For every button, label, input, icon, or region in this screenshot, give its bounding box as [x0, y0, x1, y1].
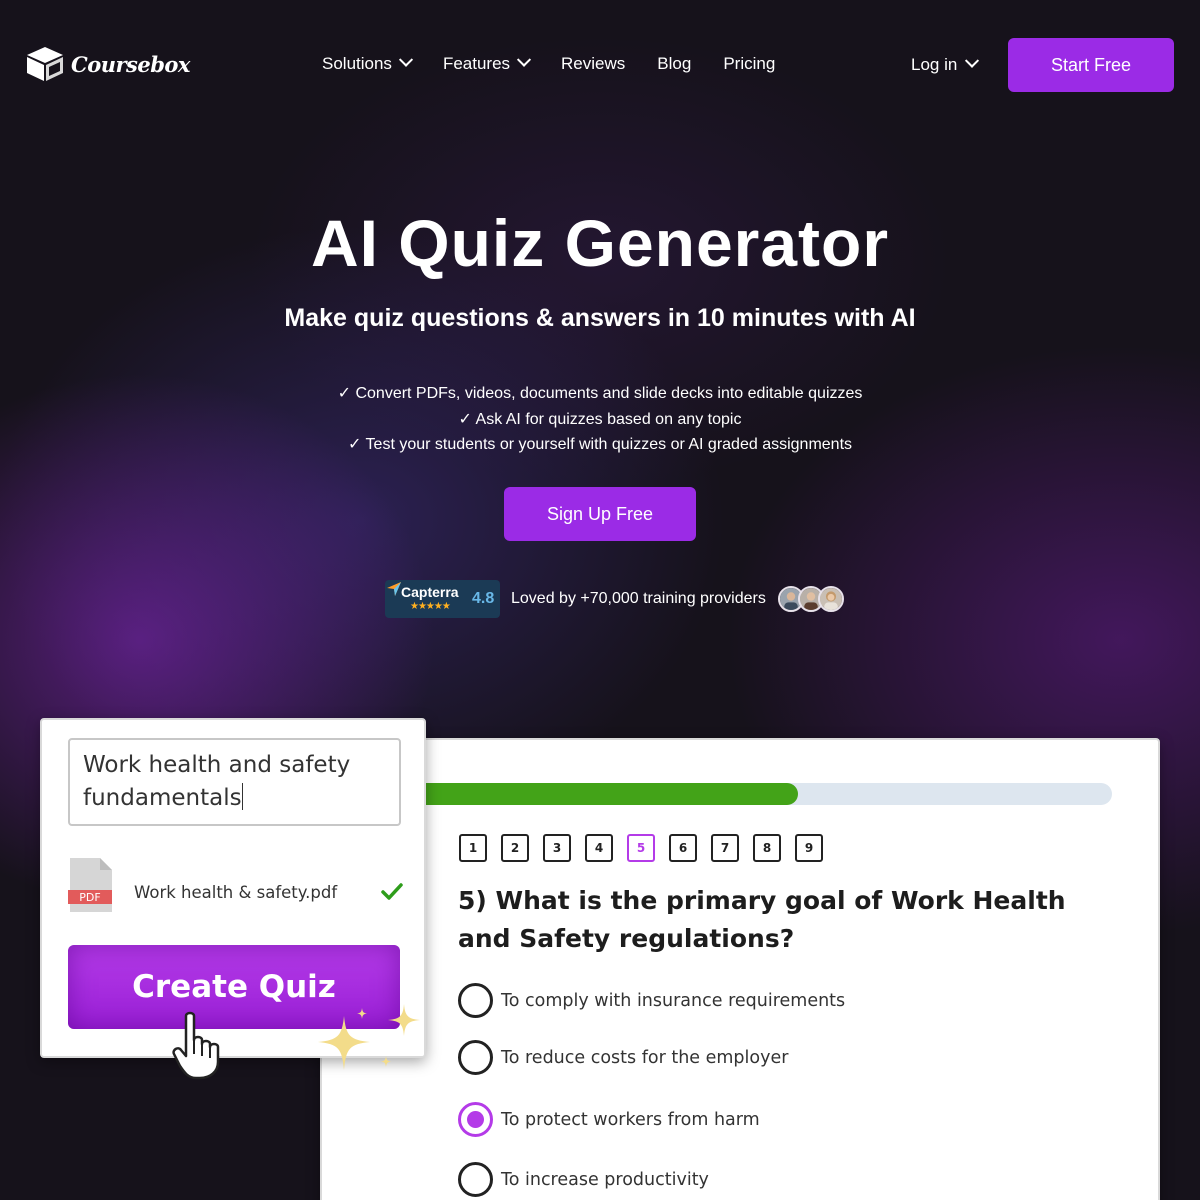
pointer-hand-icon — [172, 1011, 220, 1080]
sparkle-icon — [318, 1004, 420, 1070]
topic-line-2: fundamentals — [83, 782, 386, 815]
option-radio[interactable] — [458, 1102, 493, 1137]
option-radio[interactable] — [458, 1040, 493, 1075]
chevron-down-icon — [965, 53, 980, 68]
menu-label: Blog — [657, 54, 692, 73]
topic-input[interactable]: Work health and safety fundamentals — [68, 738, 401, 826]
brand-name: Coursebox — [71, 51, 190, 77]
answer-option[interactable]: To reduce costs for the employer — [458, 1040, 788, 1075]
question-number-button[interactable]: 3 — [543, 834, 571, 862]
uploaded-file-name: Work health & safety.pdf — [134, 883, 338, 902]
quiz-progress-bar — [414, 783, 1112, 805]
question-number-list: 123456789 — [459, 834, 823, 862]
main-menu: Solutions Features Reviews Blog Pricing — [322, 52, 775, 74]
sign-up-free-button[interactable]: Sign Up Free — [504, 487, 696, 541]
chevron-down-icon — [398, 52, 414, 67]
capterra-name: Capterra — [401, 584, 459, 600]
question-number-button[interactable]: 1 — [459, 834, 487, 862]
option-radio[interactable] — [458, 1162, 493, 1197]
menu-pricing[interactable]: Pricing — [723, 54, 775, 74]
answer-option[interactable]: To protect workers from harm — [458, 1102, 760, 1137]
question-number-button[interactable]: 7 — [711, 834, 739, 862]
question-number-button[interactable]: 9 — [795, 834, 823, 862]
topic-line: fundamentals — [83, 785, 242, 811]
answer-option[interactable]: To increase productivity — [458, 1162, 709, 1197]
page-subtitle: Make quiz questions & answers in 10 minu… — [284, 304, 916, 332]
question-number-button[interactable]: 2 — [501, 834, 529, 862]
start-free-button[interactable]: Start Free — [1008, 38, 1174, 92]
social-proof: Capterra ★★★★★ 4.8 Loved by +70,000 trai… — [385, 579, 844, 619]
capterra-score: 4.8 — [472, 590, 495, 607]
chevron-down-icon — [516, 52, 532, 67]
login-menu[interactable]: Log in — [911, 53, 980, 75]
login-label: Log in — [911, 55, 958, 74]
quiz-progress-fill — [414, 783, 798, 805]
menu-label: Solutions — [322, 54, 392, 73]
feature-bullets: ✓ Convert PDFs, videos, documents and sl… — [0, 381, 1200, 458]
checkmark-icon — [381, 883, 403, 900]
question-number-button[interactable]: 8 — [753, 834, 781, 862]
text-caret — [241, 783, 244, 810]
top-navigation: Coursebox Solutions Features Reviews Blo… — [0, 0, 1200, 130]
question-number-button[interactable]: 4 — [585, 834, 613, 862]
question-number-button[interactable]: 6 — [669, 834, 697, 862]
star-rating-icon: ★★★★★ — [410, 601, 451, 612]
topic-line: Work health and safety — [83, 752, 351, 778]
cube-logo-icon — [27, 47, 63, 81]
pdf-badge-label: PDF — [79, 891, 100, 904]
answer-option[interactable]: To comply with insurance requirements — [458, 983, 845, 1018]
avatar — [817, 586, 844, 612]
question-text: 5) What is the primary goal of Work Heal… — [458, 886, 1066, 953]
menu-label: Features — [442, 54, 511, 73]
page-title: AI Quiz Generator — [310, 206, 890, 280]
question-number-button[interactable]: 5 — [627, 834, 655, 862]
loved-by-text: Loved by +70,000 training providers — [511, 590, 766, 607]
menu-features[interactable]: Features — [442, 52, 532, 74]
menu-reviews[interactable]: Reviews — [561, 54, 625, 74]
menu-label: Reviews — [561, 54, 626, 73]
quiz-preview-card: 123456789 5) What is the primary goal of… — [320, 738, 1160, 1200]
option-label: To reduce costs for the employer — [501, 1047, 789, 1068]
menu-solutions[interactable]: Solutions — [322, 52, 414, 74]
option-radio[interactable] — [458, 983, 493, 1018]
option-label: To increase productivity — [501, 1169, 709, 1190]
capterra-arrow-icon — [387, 582, 401, 596]
option-label: To protect workers from harm — [501, 1109, 760, 1130]
brand-logo[interactable]: Coursebox — [25, 45, 190, 83]
menu-blog[interactable]: Blog — [657, 54, 691, 74]
menu-label: Pricing — [723, 54, 776, 73]
feature-bullet: ✓ Test your students or yourself with qu… — [347, 436, 853, 453]
capterra-badge[interactable]: Capterra ★★★★★ 4.8 — [385, 580, 500, 618]
feature-bullet: ✓ Ask AI for quizzes based on any topic — [458, 410, 742, 428]
feature-bullet: ✓ Convert PDFs, videos, documents and sl… — [337, 385, 863, 402]
option-label: To comply with insurance requirements — [501, 990, 846, 1011]
avatar-group — [777, 586, 844, 612]
pdf-file-icon: PDF — [68, 858, 112, 912]
